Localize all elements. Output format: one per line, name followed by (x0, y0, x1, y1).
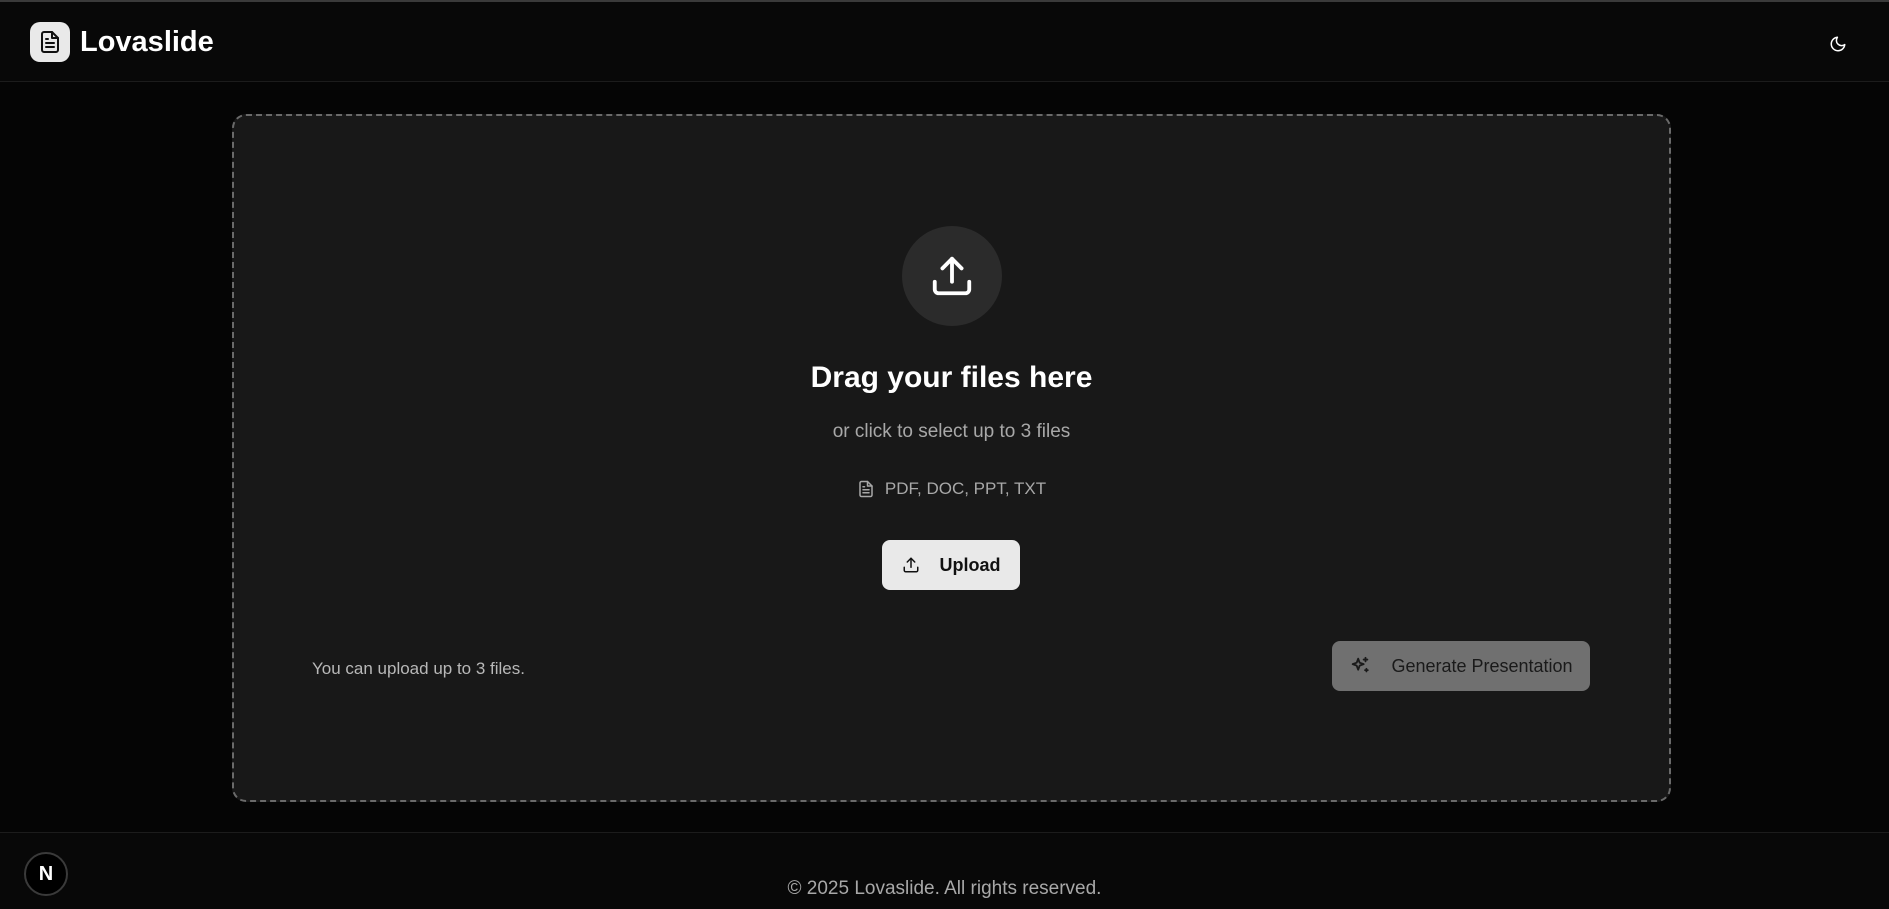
document-icon (41, 31, 59, 53)
moon-icon (1830, 36, 1846, 52)
upload-button-label: Upload (939, 554, 1001, 575)
app-footer: © 2025 Lovaslide. All rights reserved. (0, 832, 1889, 909)
document-icon (859, 480, 873, 498)
copyright-text: © 2025 Lovaslide. All rights reserved. (787, 878, 1102, 899)
upload-limit-note: You can upload up to 3 files. (312, 659, 525, 678)
dropzone-subtitle: or click to select up to 3 files (832, 421, 1071, 442)
file-dropzone[interactable]: Drag your files here or click to select … (232, 114, 1671, 802)
dev-tools-badge[interactable]: N (24, 852, 68, 896)
upload-icon (932, 256, 972, 296)
formats-label: PDF, DOC, PPT, TXT (884, 479, 1047, 498)
logo[interactable] (30, 22, 70, 62)
brand-name[interactable]: Lovaslide (80, 24, 214, 60)
theme-toggle-button[interactable] (1820, 26, 1856, 62)
dropzone-title: Drag your files here (810, 361, 1093, 394)
upload-button[interactable]: Upload (882, 540, 1020, 590)
generate-presentation-button[interactable]: Generate Presentation (1332, 641, 1590, 691)
supported-formats: PDF, DOC, PPT, TXT (234, 478, 1669, 500)
sparkles-icon (1352, 656, 1370, 673)
app-header: Lovaslide (0, 2, 1889, 82)
upload-icon-circle (902, 226, 1002, 326)
upload-icon (903, 557, 918, 573)
generate-button-label: Generate Presentation (1391, 655, 1573, 676)
